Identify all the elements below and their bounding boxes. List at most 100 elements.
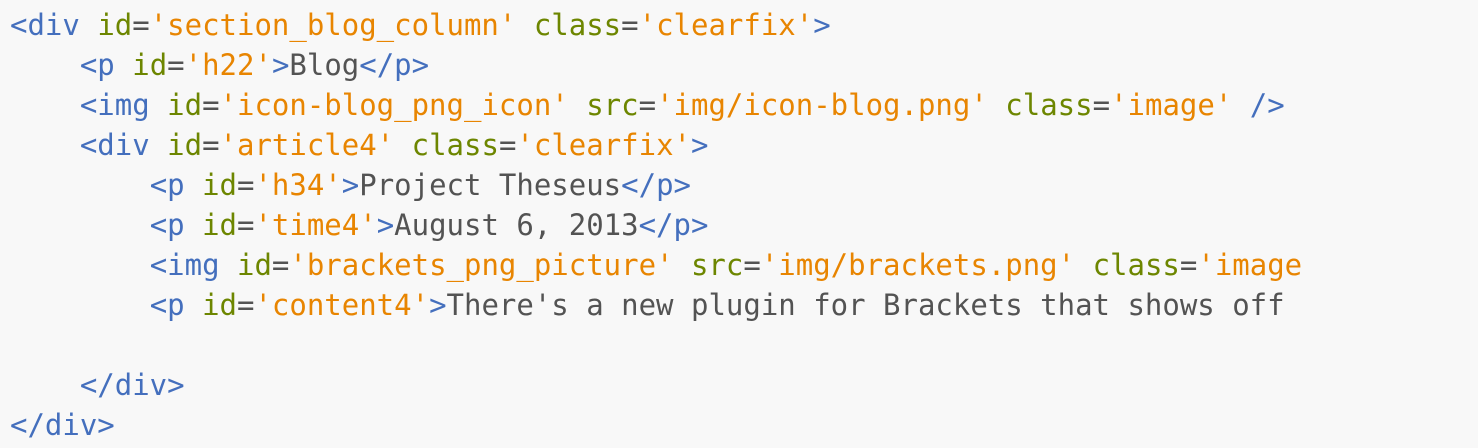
code-text-token: = bbox=[167, 48, 185, 82]
code-text-token: = bbox=[132, 8, 150, 42]
code-text-token: = bbox=[498, 128, 517, 162]
code-string-token: 'section_blog_column' bbox=[149, 8, 517, 42]
code-tag-token: <div bbox=[10, 8, 80, 42]
code-string-token: 'article4' bbox=[219, 128, 395, 162]
code-line[interactable]: <p id='h34'>Project Theseus</p> bbox=[0, 165, 1478, 205]
code-line[interactable]: <div id='section_blog_column' class='cle… bbox=[0, 5, 1478, 45]
code-tag-token: <img bbox=[149, 248, 220, 282]
code-attribute-token: id bbox=[167, 88, 203, 122]
code-string-token: 'brackets_png_picture' bbox=[289, 248, 674, 282]
code-attribute-token: id bbox=[237, 248, 272, 282]
code-text-token: = bbox=[743, 248, 761, 282]
code-string-token: 'icon-blog_png_icon' bbox=[219, 88, 569, 122]
code-string-token: 'image' bbox=[1110, 88, 1233, 122]
code-text-token: = bbox=[202, 88, 220, 122]
code-attribute-token: id bbox=[202, 208, 237, 242]
code-line[interactable]: <p id='content4'>There's a new plugin fo… bbox=[0, 285, 1478, 325]
code-tag-token: > bbox=[376, 208, 395, 242]
code-line[interactable]: </div> bbox=[0, 365, 1478, 405]
code-text-token: = bbox=[638, 88, 657, 122]
code-tag-token: > bbox=[341, 168, 360, 202]
code-text-token: = bbox=[1179, 248, 1198, 282]
code-editor[interactable]: --> <div id='section_blog_column' class=… bbox=[0, 0, 1478, 448]
code-string-token: 'img/icon-blog.png' bbox=[656, 88, 988, 122]
code-text-token: = bbox=[202, 128, 220, 162]
code-attribute-token: id bbox=[202, 288, 237, 322]
code-tag-token: > bbox=[813, 8, 831, 42]
code-string-token: 'image bbox=[1197, 248, 1303, 282]
code-string-token: 'img/brackets.png' bbox=[760, 248, 1076, 282]
code-tag-token: <p bbox=[149, 208, 185, 242]
code-tag-token: <p bbox=[79, 48, 115, 82]
code-tag-token: > bbox=[691, 128, 709, 162]
code-tag-token: </div> bbox=[79, 368, 185, 402]
code-tag-token: > bbox=[271, 48, 290, 82]
code-line[interactable] bbox=[0, 325, 1478, 365]
code-attribute-token: class bbox=[411, 128, 499, 162]
code-attribute-token: class bbox=[1092, 248, 1180, 282]
code-text-token: Blog bbox=[289, 48, 360, 82]
code-string-token: 'h22' bbox=[184, 48, 272, 82]
code-tag-token: <img bbox=[79, 88, 150, 122]
code-text-token: August 6, 2013 bbox=[394, 208, 639, 242]
code-line[interactable]: </div> bbox=[0, 405, 1478, 445]
code-tag-token: /> bbox=[1249, 88, 1285, 122]
code-tag-token: <p bbox=[149, 288, 185, 322]
code-attribute-token: id bbox=[167, 128, 203, 162]
code-text-token: = bbox=[621, 8, 639, 42]
code-string-token: 'clearfix' bbox=[638, 8, 814, 42]
code-line[interactable]: <p id='time4'>August 6, 2013</p> bbox=[0, 205, 1478, 245]
code-line[interactable]: <div id='article4' class='clearfix'> bbox=[0, 125, 1478, 165]
code-tag-token: > bbox=[429, 288, 447, 322]
code-attribute-token: class bbox=[1005, 88, 1093, 122]
code-attribute-token: src bbox=[690, 248, 744, 282]
code-tag-token: <div bbox=[79, 128, 150, 162]
code-string-token: 'content4' bbox=[254, 288, 430, 322]
code-attribute-token: id bbox=[97, 8, 133, 42]
code-string-token: 'clearfix' bbox=[516, 128, 692, 162]
code-lines: <div id='section_blog_column' class='cle… bbox=[0, 5, 1478, 445]
code-attribute-token: src bbox=[586, 88, 639, 122]
code-tag-token: </p> bbox=[638, 208, 709, 242]
code-text-token: There's a new plugin for Brackets that s… bbox=[446, 288, 1285, 322]
code-text-token: = bbox=[271, 248, 290, 282]
code-text-token: = bbox=[1092, 88, 1111, 122]
code-tag-token: </p> bbox=[359, 48, 430, 82]
code-tag-token: <p bbox=[149, 168, 185, 202]
code-attribute-token: id bbox=[202, 168, 237, 202]
code-string-token: 'h34' bbox=[254, 168, 342, 202]
code-attribute-token: class bbox=[533, 8, 622, 42]
code-text-token: = bbox=[237, 208, 255, 242]
code-text-token: = bbox=[237, 288, 255, 322]
code-line[interactable]: <img id='icon-blog_png_icon' src='img/ic… bbox=[0, 85, 1478, 125]
code-line[interactable]: <p id='h22'>Blog</p> bbox=[0, 45, 1478, 85]
code-line[interactable]: <img id='brackets_png_picture' src='img/… bbox=[0, 245, 1478, 285]
code-text-token: = bbox=[237, 168, 255, 202]
code-string-token: 'time4' bbox=[254, 208, 377, 242]
code-attribute-token: id bbox=[132, 48, 168, 82]
code-text-token: Project Theseus bbox=[359, 168, 622, 202]
